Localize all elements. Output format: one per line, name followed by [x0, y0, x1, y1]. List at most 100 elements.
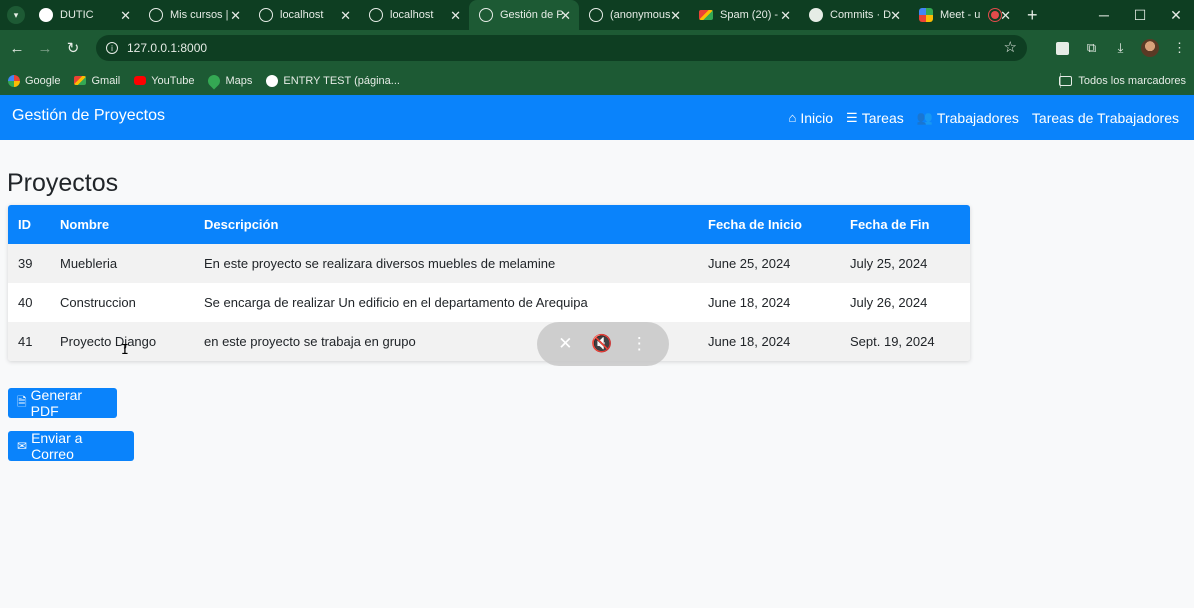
cell-fecha-fin: July 26, 2024 — [850, 295, 928, 310]
tab-close-icon[interactable]: ✕ — [120, 8, 131, 24]
browser-tab[interactable]: Commits · D ✕ — [799, 0, 909, 30]
recording-icon — [991, 11, 999, 19]
maximize-icon[interactable]: ☐ — [1122, 0, 1158, 30]
globe-favicon-icon — [589, 8, 603, 22]
tasks-icon: ☰ — [846, 109, 858, 125]
browser-tab[interactable]: Spam (20) - ✕ — [689, 0, 799, 30]
window-controls: ─ ☐ ✕ — [1086, 0, 1194, 30]
table-row: 40 Construccion Se encarga de realizar U… — [8, 283, 970, 322]
table-header-row: ID Nombre Descripción Fecha de Inicio Fe… — [8, 205, 970, 244]
bookmark-google[interactable]: Google — [8, 74, 60, 87]
gmail-favicon-icon — [699, 10, 713, 20]
bookmarks-bar: Google Gmail YouTube Maps ENTRY TEST (pá… — [0, 66, 1194, 95]
screen-share-controls: ✕ 🔇 ⋮ — [537, 322, 669, 366]
bookmark-youtube[interactable]: YouTube — [134, 75, 194, 87]
tab-close-icon[interactable]: ✕ — [560, 8, 571, 24]
browser-tab[interactable]: localhost ✕ — [359, 0, 469, 30]
browser-tab-bar: ▾ DUTIC ✕ Mis cursos | ✕ localhost ✕ loc… — [0, 0, 1194, 30]
browser-tab[interactable]: localhost ✕ — [249, 0, 359, 30]
app-navbar: Gestión de Proyectos ⌂ Inicio ☰ Tareas 👥… — [0, 95, 1194, 140]
reload-icon[interactable]: ↻ — [59, 39, 87, 57]
close-window-icon[interactable]: ✕ — [1158, 0, 1194, 30]
globe-favicon-icon — [149, 8, 163, 22]
new-tab-button[interactable]: + — [1027, 5, 1038, 26]
maps-icon — [205, 72, 223, 89]
tab-close-icon[interactable]: ✕ — [670, 8, 681, 24]
tab-close-icon[interactable]: ✕ — [780, 8, 791, 24]
tab-close-icon[interactable]: ✕ — [450, 8, 461, 24]
globe-favicon-icon — [259, 8, 273, 22]
navbar-brand[interactable]: Gestión de Proyectos — [12, 107, 165, 125]
header-fecha-fin: Fecha de Fin — [850, 217, 930, 232]
bookmark-star-icon[interactable]: ☆ — [1004, 38, 1017, 56]
table-row: 41 Proyecto Django en este proyecto se t… — [8, 322, 970, 361]
tab-close-icon[interactable]: ✕ — [1000, 8, 1011, 24]
cell-id: 39 — [18, 256, 33, 271]
meet-favicon-icon — [919, 8, 933, 22]
github-favicon-icon — [809, 8, 823, 22]
site-info-icon[interactable]: i — [106, 42, 118, 54]
generate-pdf-button[interactable]: 🗎 Generar PDF — [8, 387, 117, 419]
bookmark-maps[interactable]: Maps — [205, 72, 252, 89]
cell-descripcion: En este proyecto se realizara diversos m… — [204, 256, 556, 271]
header-id: ID — [18, 217, 31, 232]
more-options-icon[interactable]: ⋮ — [631, 334, 648, 354]
users-icon: 👥 — [916, 109, 933, 125]
youtube-icon — [134, 76, 147, 85]
browser-menu-icon[interactable]: ⋮ — [1165, 40, 1194, 56]
browser-tab[interactable]: DUTIC ✕ — [29, 0, 139, 30]
header-fecha-inicio: Fecha de Inicio — [708, 217, 802, 232]
mute-icon[interactable]: 🔇 — [591, 334, 612, 354]
tab-close-icon[interactable]: ✕ — [340, 8, 351, 24]
browser-tab-active[interactable]: Gestión de P ✕ — [469, 0, 579, 30]
forward-icon[interactable]: → — [31, 40, 59, 57]
table-row: 39 Muebleria En este proyecto se realiza… — [8, 244, 970, 283]
projects-table: ID Nombre Descripción Fecha de Inicio Fe… — [8, 205, 970, 361]
globe-favicon-icon — [479, 8, 493, 22]
nav-link-tareas-trabajadores[interactable]: Tareas de Trabajadores — [1032, 110, 1179, 126]
page-title: Proyectos — [7, 169, 119, 197]
extension-icon[interactable] — [1056, 41, 1069, 55]
browser-toolbar: ← → ↻ i 127.0.0.1:8000 ☆ ⧉ ⤓ ⋮ — [0, 30, 1194, 66]
minimize-icon[interactable]: ─ — [1086, 0, 1122, 30]
nav-link-tareas[interactable]: ☰ Tareas — [846, 110, 904, 126]
back-icon[interactable]: ← — [3, 40, 31, 57]
unpin-icon[interactable]: ✕ — [558, 334, 572, 354]
folder-icon — [1059, 75, 1073, 86]
pdf-file-icon: 🗎 — [17, 394, 27, 409]
home-icon: ⌂ — [788, 110, 797, 125]
address-bar[interactable]: i 127.0.0.1:8000 ☆ — [96, 35, 1027, 61]
tab-close-icon[interactable]: ✕ — [230, 8, 241, 24]
bookmark-entry-test[interactable]: ENTRY TEST (página... — [266, 74, 400, 87]
envelope-icon: ✉ — [17, 439, 28, 453]
text-cursor-icon: I — [121, 343, 129, 358]
profile-avatar[interactable] — [1141, 39, 1159, 57]
nav-link-inicio[interactable]: ⌂ Inicio — [789, 110, 834, 126]
send-email-button[interactable]: ✉ Enviar a Correo — [8, 430, 134, 462]
cell-nombre: Muebleria — [60, 256, 118, 271]
google-icon — [8, 74, 20, 87]
cell-fecha-inicio: June 18, 2024 — [708, 334, 791, 349]
extensions-puzzle-icon[interactable]: ⧉ — [1077, 40, 1106, 56]
nav-link-trabajadores[interactable]: 👥 Trabajadores — [917, 110, 1019, 126]
header-nombre: Nombre — [60, 217, 110, 232]
cell-id: 40 — [18, 295, 33, 310]
toolbar-icons: ⧉ ⤓ ⋮ — [1048, 30, 1194, 66]
browser-tab[interactable]: Mis cursos | ✕ — [139, 0, 249, 30]
cell-descripcion: Se encarga de realizar Un edificio en el… — [204, 295, 588, 310]
tab-close-icon[interactable]: ✕ — [890, 8, 901, 24]
cell-fecha-inicio: June 18, 2024 — [708, 295, 791, 310]
entry-test-icon — [266, 74, 279, 87]
dutic-favicon-icon — [39, 8, 53, 22]
bookmark-gmail[interactable]: Gmail — [74, 75, 120, 87]
url-text[interactable]: 127.0.0.1:8000 — [127, 41, 207, 55]
browser-tab[interactable]: Meet - u ✕ — [909, 0, 1019, 30]
browser-tab[interactable]: (anonymous ✕ — [579, 0, 689, 30]
download-icon[interactable]: ⤓ — [1106, 40, 1135, 56]
cell-fecha-fin: July 25, 2024 — [850, 256, 928, 271]
cell-fecha-fin: Sept. 19, 2024 — [850, 334, 935, 349]
tab-search-icon[interactable]: ▾ — [7, 6, 25, 24]
globe-favicon-icon — [369, 8, 383, 22]
all-bookmarks-button[interactable]: Todos los marcadores — [1059, 66, 1186, 95]
cell-nombre: Construccion — [60, 295, 136, 310]
